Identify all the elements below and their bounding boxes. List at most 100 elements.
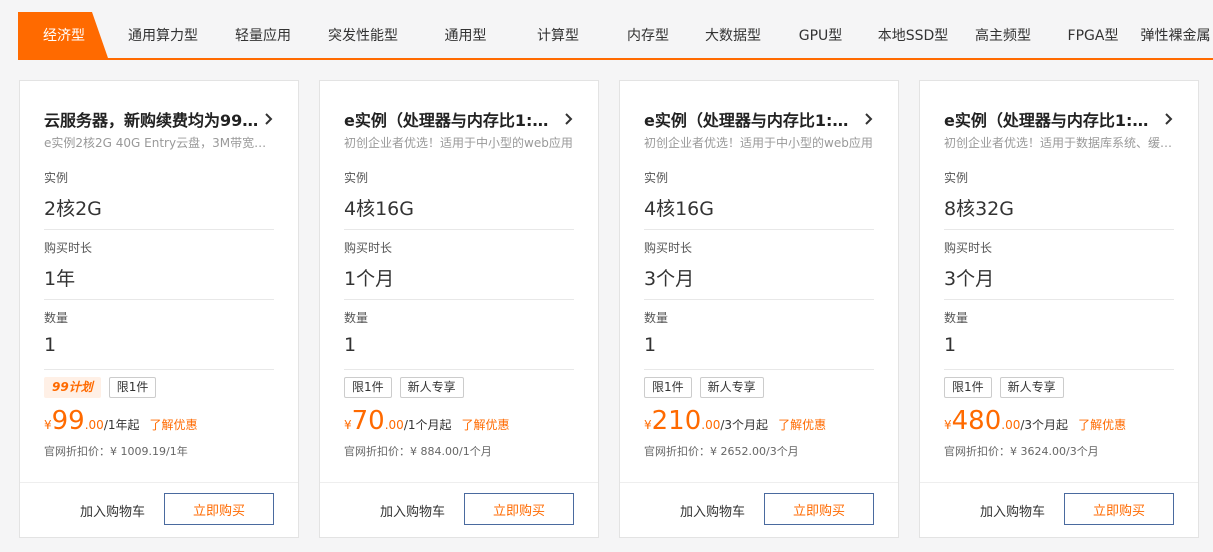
buy-now-button[interactable]: 立即购买 xyxy=(764,493,874,525)
instance-value: 8核32G xyxy=(944,198,1014,220)
tab-gpu[interactable]: GPU型 xyxy=(773,12,868,58)
original-price-label: 官网折扣价： xyxy=(944,445,1010,458)
promo-link[interactable]: 了解优惠 xyxy=(462,418,510,432)
original-price-label: 官网折扣价： xyxy=(44,445,110,458)
price-integer: 480 xyxy=(951,406,1002,436)
tab-burstable[interactable]: 突发性能型 xyxy=(308,12,418,58)
promo-link[interactable]: 了解优惠 xyxy=(1078,418,1126,432)
add-to-cart-button[interactable]: 加入购物车 xyxy=(80,501,145,520)
card-title-link[interactable]: e实例（处理器与内存比1:4） xyxy=(344,107,576,131)
price: ¥99.00/1年起 了解优惠 xyxy=(44,406,198,436)
quantity-label: 数量 xyxy=(44,311,69,325)
limit-badge: 限1件 xyxy=(344,377,392,398)
price: ¥70.00/1个月起 了解优惠 xyxy=(344,406,510,436)
original-price: 官网折扣价：¥ 1009.19/1年 xyxy=(44,443,188,459)
price-decimal: .00 xyxy=(84,418,104,432)
tab-bare-metal[interactable]: 弹性裸金属 xyxy=(1138,12,1213,58)
original-price-label: 官网折扣价： xyxy=(344,445,410,458)
price-unit: /1年起 xyxy=(103,418,140,432)
original-price: 官网折扣价：¥ 3624.00/3个月 xyxy=(944,443,1099,459)
add-to-cart-button[interactable]: 加入购物车 xyxy=(380,501,445,520)
instance-field: 实例 4核16G xyxy=(644,169,874,221)
divider xyxy=(644,299,874,300)
tab-memory[interactable]: 内存型 xyxy=(603,12,693,58)
tab-general-compute[interactable]: 通用算力型 xyxy=(108,12,218,58)
price-decimal: .00 xyxy=(1001,418,1021,432)
tab-lightweight[interactable]: 轻量应用 xyxy=(218,12,308,58)
tag-list: 限1件 新人专享 xyxy=(644,377,764,398)
card-description: 初创企业者优选！适用于数据库系统、缓存等 xyxy=(944,136,1176,150)
promo-link[interactable]: 了解优惠 xyxy=(778,418,826,432)
price-unit: /1个月起 xyxy=(403,418,452,432)
add-to-cart-button[interactable]: 加入购物车 xyxy=(980,501,1045,520)
duration-label: 购买时长 xyxy=(344,241,393,255)
card-footer: 加入购物车 立即购买 xyxy=(20,482,298,537)
product-card: e实例（处理器与内存比1:4） 初创企业者优选！适用于中小型的web应用 实例 … xyxy=(619,80,899,538)
currency-symbol: ¥ xyxy=(644,418,652,432)
limit-badge: 限1件 xyxy=(108,377,157,398)
divider xyxy=(944,369,1174,370)
instance-label: 实例 xyxy=(344,171,369,185)
new-user-badge: 新人专享 xyxy=(999,377,1064,398)
card-title-link[interactable]: 云服务器，新购续费均为99元/年 xyxy=(44,107,276,131)
divider xyxy=(44,369,274,370)
card-title-link[interactable]: e实例（处理器与内存比1:4） xyxy=(644,107,876,131)
currency-symbol: ¥ xyxy=(44,418,52,432)
card-title: 云服务器，新购续费均为99元/年 xyxy=(44,111,259,130)
divider xyxy=(344,229,574,230)
buy-now-button[interactable]: 立即购买 xyxy=(164,493,274,525)
buy-now-button[interactable]: 立即购买 xyxy=(1064,493,1174,525)
price-integer: 99 xyxy=(51,406,85,436)
card-description: 初创企业者优选！适用于中小型的web应用 xyxy=(644,136,873,150)
tag-list: 99计划 限1件 xyxy=(44,377,157,398)
card-title-link[interactable]: e实例（处理器与内存比1:4） xyxy=(944,107,1176,131)
divider xyxy=(944,299,1174,300)
card-title: e实例（处理器与内存比1:4） xyxy=(644,111,859,130)
duration-field: 购买时长 3个月 xyxy=(644,239,874,291)
card-footer: 加入购物车 立即购买 xyxy=(320,482,598,537)
quantity-value: 1 xyxy=(944,334,957,356)
price-integer: 70 xyxy=(351,406,385,436)
price-unit: /3个月起 xyxy=(1020,418,1069,432)
tab-compute[interactable]: 计算型 xyxy=(513,12,603,58)
price-decimal: .00 xyxy=(701,418,721,432)
original-price-value: ¥ 2652.00/3个月 xyxy=(710,445,799,458)
tab-high-frequency[interactable]: 高主频型 xyxy=(958,12,1048,58)
chevron-right-icon xyxy=(265,113,273,125)
duration-value: 1年 xyxy=(44,268,76,290)
chevron-right-icon xyxy=(1165,113,1173,125)
buy-now-button[interactable]: 立即购买 xyxy=(464,493,574,525)
divider xyxy=(944,229,1174,230)
divider xyxy=(644,369,874,370)
chevron-right-icon xyxy=(865,113,873,125)
new-user-badge: 新人专享 xyxy=(399,377,464,398)
quantity-label: 数量 xyxy=(944,311,969,325)
card-title: e实例（处理器与内存比1:4） xyxy=(344,111,559,130)
card-description: e实例2核2G 40G Entry云盘，3M带宽，不限流量 xyxy=(44,136,276,150)
new-user-badge: 新人专享 xyxy=(699,377,764,398)
product-card: e实例（处理器与内存比1:4） 初创企业者优选！适用于数据库系统、缓存等 实例 … xyxy=(919,80,1199,538)
divider xyxy=(344,369,574,370)
price-unit: /3个月起 xyxy=(720,418,769,432)
price: ¥480.00/3个月起 了解优惠 xyxy=(944,406,1126,436)
tab-big-data[interactable]: 大数据型 xyxy=(693,12,773,58)
tab-fpga[interactable]: FPGA型 xyxy=(1048,12,1138,58)
add-to-cart-button[interactable]: 加入购物车 xyxy=(680,501,745,520)
original-price-value: ¥ 1009.19/1年 xyxy=(110,445,188,458)
tab-general-purpose[interactable]: 通用型 xyxy=(418,12,513,58)
quantity-value: 1 xyxy=(644,334,657,356)
chevron-right-icon xyxy=(565,113,573,125)
instance-label: 实例 xyxy=(944,171,969,185)
tab-economy[interactable]: 经济型 xyxy=(18,12,108,58)
promo-link[interactable]: 了解优惠 xyxy=(150,418,198,432)
tab-local-ssd[interactable]: 本地SSD型 xyxy=(868,12,958,58)
limit-badge: 限1件 xyxy=(644,377,692,398)
instance-type-tabs: 经济型 通用算力型 轻量应用 突发性能型 通用型 计算型 内存型 大数据型 GP… xyxy=(18,12,1213,60)
duration-value: 3个月 xyxy=(644,268,695,290)
duration-label: 购买时长 xyxy=(44,241,93,255)
original-price-label: 官网折扣价： xyxy=(644,445,710,458)
instance-field: 实例 2核2G xyxy=(44,169,274,221)
limit-badge: 限1件 xyxy=(944,377,992,398)
divider xyxy=(644,229,874,230)
quantity-label: 数量 xyxy=(644,311,669,325)
